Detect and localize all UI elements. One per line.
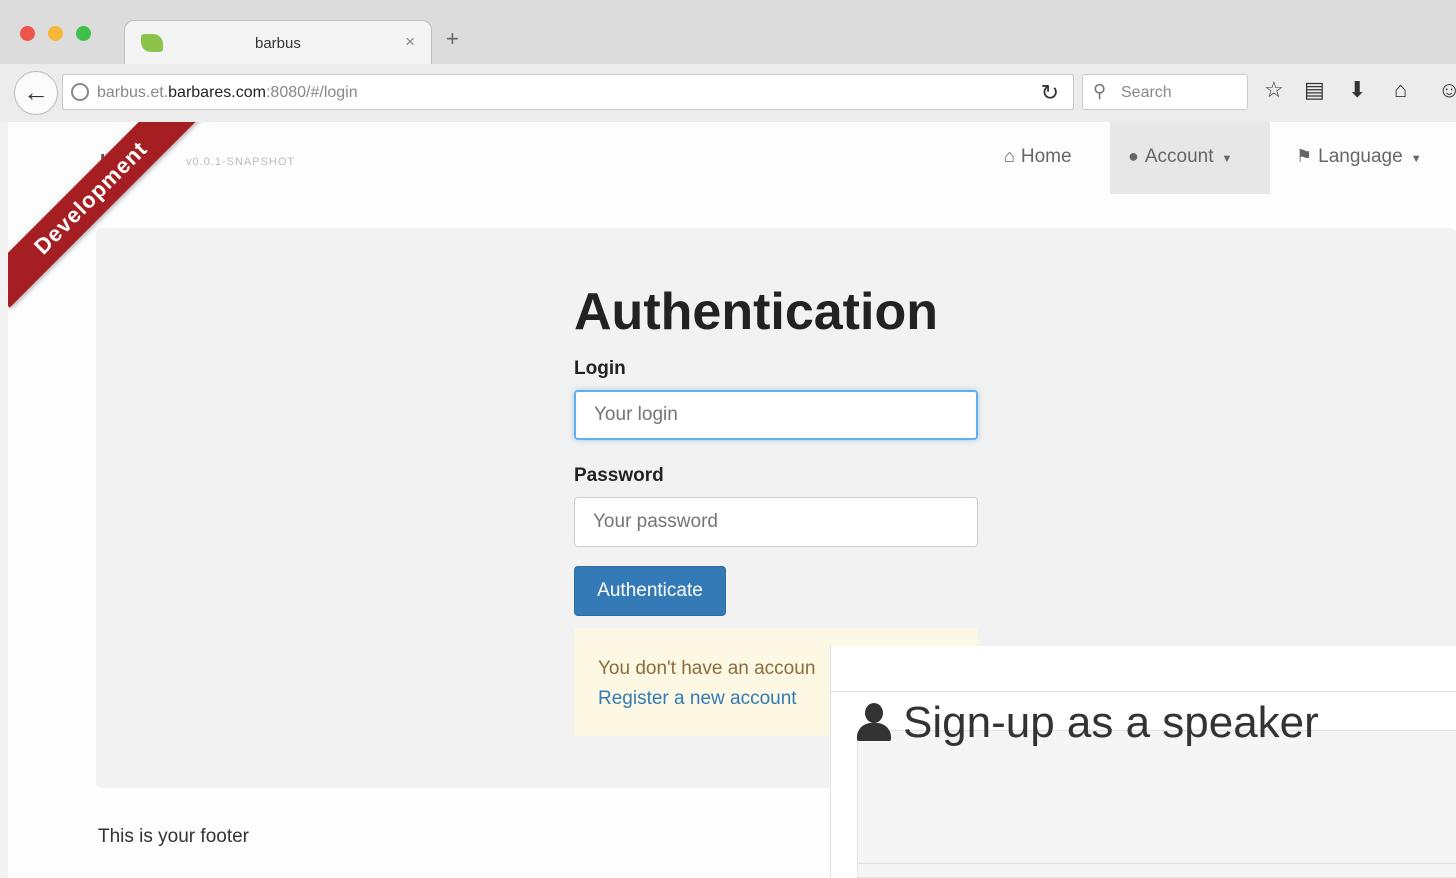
tab-strip: barbus × + [0,0,1456,64]
tab-close-icon[interactable]: × [405,32,415,52]
user-icon: ● [1128,146,1139,166]
login-input[interactable] [574,390,978,440]
house-icon: ⌂ [1004,146,1015,166]
overlay-navbar [831,646,1456,692]
tab-title: barbus [255,35,301,52]
nav-home[interactable]: ⌂ Home [1004,146,1072,168]
new-tab-button[interactable]: + [446,28,459,50]
login-label: Login [574,358,626,379]
search-icon: ⚲ [1093,81,1107,101]
divider [858,863,1456,864]
footer-text: This is your footer [98,826,249,847]
version-label: v0.0.1-SNAPSHOT [186,156,296,168]
nav-language-dropdown[interactable]: ⚑ Language ▼ [1296,146,1422,168]
home-icon[interactable]: ⌂ [1394,77,1407,103]
flag-icon: ⚑ [1296,146,1313,166]
page-title: Authentication [574,283,938,341]
reload-icon[interactable]: ↻ [1041,80,1059,106]
download-icon[interactable]: ⬇ [1348,77,1366,103]
overlay-screenshot: Sign-up as a speaker [830,646,1456,878]
caret-down-icon: ▼ [1410,153,1422,165]
nav-account-dropdown[interactable]: ● Account ▼ [1110,122,1270,194]
browser-toolbar: ← barbus.et.barbares.com:8080/#/login ↻ … [0,64,1456,122]
bookmark-star-icon[interactable]: ☆ [1264,77,1284,103]
authenticate-button[interactable]: Authenticate [574,566,726,616]
close-window-button[interactable] [20,26,35,41]
caret-down-icon: ▼ [1221,153,1233,165]
password-label: Password [574,465,664,486]
search-placeholder: Search [1121,84,1172,101]
register-link[interactable]: Register a new account [598,688,797,710]
minimize-window-button[interactable] [48,26,63,41]
browser-chrome: barbus × + ← barbus.et.barbares.com:8080… [0,0,1456,122]
password-input[interactable] [574,497,978,547]
user-icon [857,703,891,741]
url-text: barbus.et.barbares.com:8080/#/login [97,84,358,101]
menu-icon[interactable]: ☺ [1438,77,1456,103]
zoom-window-button[interactable] [76,26,91,41]
leaf-favicon-icon [141,34,163,52]
globe-icon [71,83,89,101]
reading-list-icon[interactable]: ▤ [1304,77,1325,103]
search-input[interactable]: ⚲ Search [1082,74,1248,110]
overlay-panel [857,730,1456,878]
speaker-signup-title: Sign-up as a speaker [857,698,1319,748]
browser-tab[interactable]: barbus × [124,20,432,64]
address-bar[interactable]: barbus.et.barbares.com:8080/#/login ↻ [62,74,1074,110]
back-button[interactable]: ← [14,71,58,115]
no-account-text: You don't have an accoun [598,658,816,679]
